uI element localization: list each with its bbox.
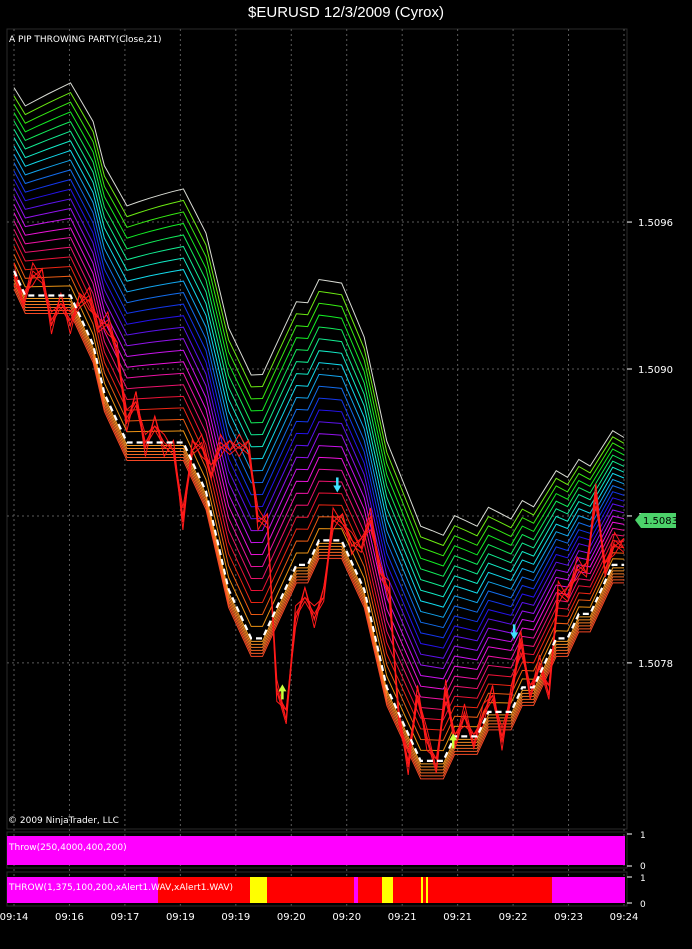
ribbon-line bbox=[13, 245, 625, 731]
throw2-segment bbox=[250, 877, 267, 903]
x-tick-label: 09:14 bbox=[0, 912, 28, 923]
x-tick-label: 09:23 bbox=[554, 912, 583, 923]
throw2-segment bbox=[421, 877, 423, 903]
x-tick-label: 09:24 bbox=[610, 912, 639, 923]
x-tick-label: 09:17 bbox=[110, 912, 139, 923]
throw2-segment bbox=[552, 877, 625, 903]
x-tick-label: 09:21 bbox=[443, 912, 472, 923]
x-tick-label: 09:20 bbox=[277, 912, 306, 923]
ribbon-line bbox=[13, 145, 625, 608]
ribbon-line bbox=[13, 187, 625, 659]
ribbon-line bbox=[13, 237, 625, 721]
ribbon-line bbox=[13, 137, 625, 598]
x-tick-label: 09:22 bbox=[499, 912, 528, 923]
price-tag-text: 1.5083 bbox=[643, 516, 678, 527]
throw2-scale-top: 1 bbox=[640, 874, 646, 884]
price-line bbox=[13, 274, 625, 774]
throw2-segment bbox=[426, 877, 428, 903]
y-tick-label: 1.5090 bbox=[638, 365, 673, 376]
ribbon-line bbox=[13, 162, 625, 629]
x-tick-label: 09:19 bbox=[166, 912, 195, 923]
up-arrow-head bbox=[278, 684, 287, 692]
throw2-label: THROW(1,375,100,200,xAlert1.WAV,xAlert1.… bbox=[8, 883, 233, 893]
ribbon-line bbox=[13, 195, 625, 670]
x-tick-label: 09:16 bbox=[55, 912, 84, 923]
ribbon-line bbox=[13, 212, 625, 690]
throw-label: Throw(250,4000,400,200) bbox=[8, 843, 127, 853]
x-tick-label: 09:19 bbox=[221, 912, 250, 923]
y-axis: 1.50961.50901.50841.5078 bbox=[627, 218, 673, 670]
price-line bbox=[13, 270, 625, 770]
price-chart[interactable]: 1.50961.50901.50841.5078 09:1409:1609:17… bbox=[0, 0, 692, 949]
indicator-label: A PIP THROWING PARTY(Close,21) bbox=[9, 35, 162, 45]
throw2-segment bbox=[354, 877, 358, 903]
ribbon-line bbox=[13, 91, 625, 547]
last-price-tag: 1.5083 bbox=[635, 513, 678, 528]
down-arrow-icon bbox=[333, 477, 342, 493]
ribbon-line bbox=[13, 101, 625, 557]
throw-scale-bottom: 0 bbox=[640, 862, 646, 872]
y-tick-label: 1.5078 bbox=[638, 659, 673, 670]
ribbon-line bbox=[13, 282, 624, 774]
throw-scale-top: 1 bbox=[640, 831, 646, 841]
copyright-label: © 2009 NinjaTrader, LLC bbox=[8, 816, 119, 826]
x-tick-label: 09:20 bbox=[332, 912, 361, 923]
throw2-scale-bottom: 0 bbox=[640, 900, 646, 910]
down-arrow-head bbox=[333, 485, 342, 493]
rainbow-ribbon bbox=[13, 82, 625, 780]
y-tick-label: 1.5096 bbox=[638, 218, 673, 229]
x-tick-label: 09:21 bbox=[388, 912, 417, 923]
throw2-segment bbox=[382, 877, 393, 903]
ribbon-line bbox=[13, 82, 625, 536]
x-axis: 09:14 09:16 09:17 09:19 09:19 09:20 09:20 09:21… bbox=[0, 912, 638, 923]
